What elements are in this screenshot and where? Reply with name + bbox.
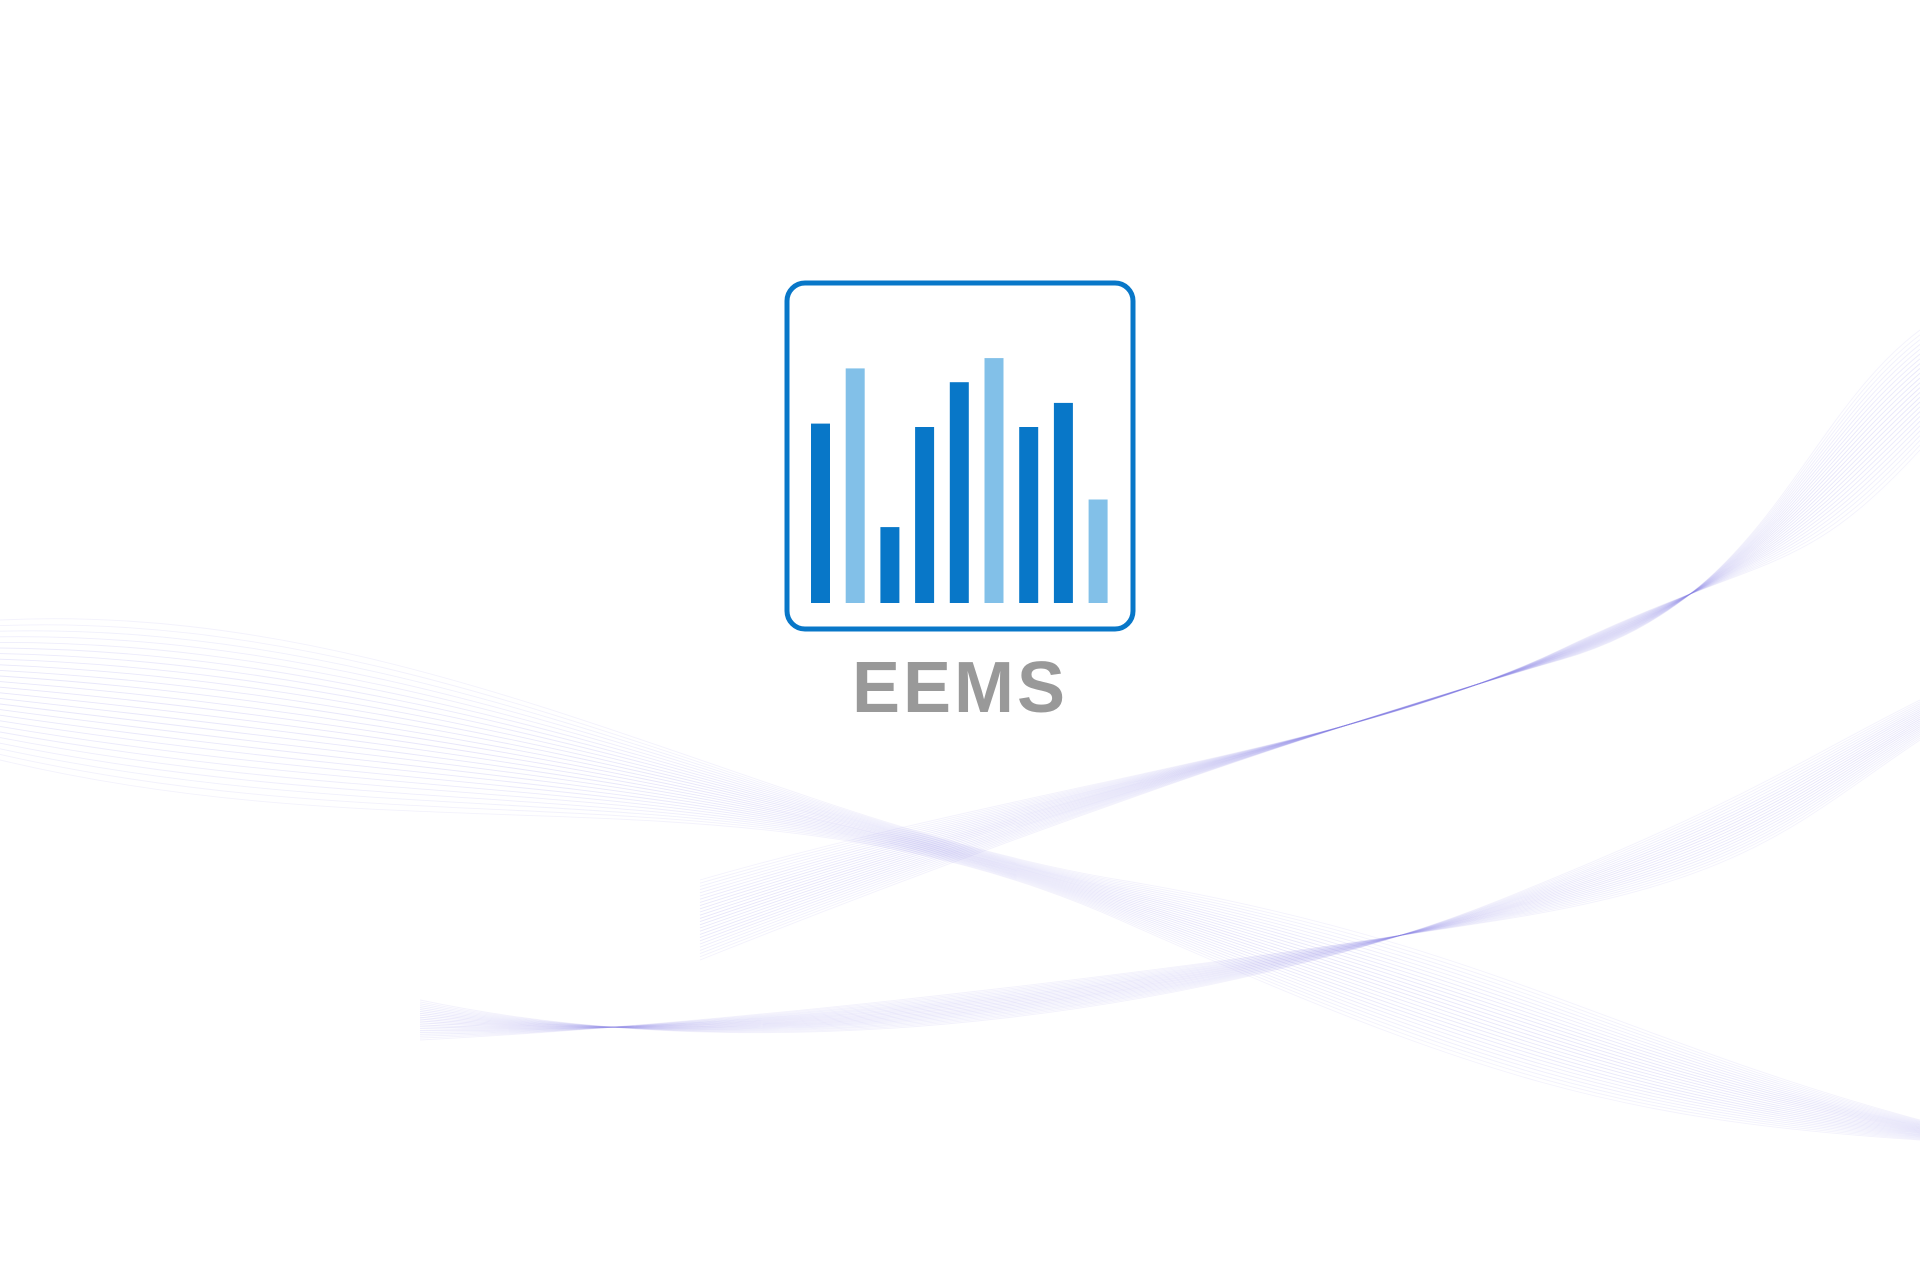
wave-line	[0, 748, 1920, 1139]
logo-bar	[949, 382, 969, 603]
logo-bar	[845, 368, 865, 603]
logo-bar	[1088, 499, 1108, 603]
logo-bar	[1019, 427, 1039, 603]
logo-bar	[1053, 402, 1073, 603]
logo-bar	[880, 527, 900, 603]
wave-line	[0, 753, 1920, 1140]
wave-line	[0, 759, 1920, 1141]
wave-line	[0, 703, 1920, 1133]
logo-bar	[915, 427, 935, 603]
logo-bars	[811, 358, 1108, 603]
wave-line	[0, 742, 1920, 1139]
splash-screen: EEMS	[0, 0, 1920, 1280]
wave-line	[0, 686, 1920, 1131]
wave-line	[419, 707, 1920, 1030]
wave-line	[0, 725, 1920, 1136]
wave-line	[419, 739, 1920, 1041]
wave-line	[0, 681, 1920, 1130]
logo-bar	[811, 423, 830, 603]
app-logo: EEMS	[784, 280, 1136, 740]
bar-chart-logo-icon	[784, 280, 1136, 632]
wave-line	[419, 720, 1920, 1028]
logo-bar	[984, 358, 1004, 603]
app-name: EEMS	[851, 648, 1069, 728]
